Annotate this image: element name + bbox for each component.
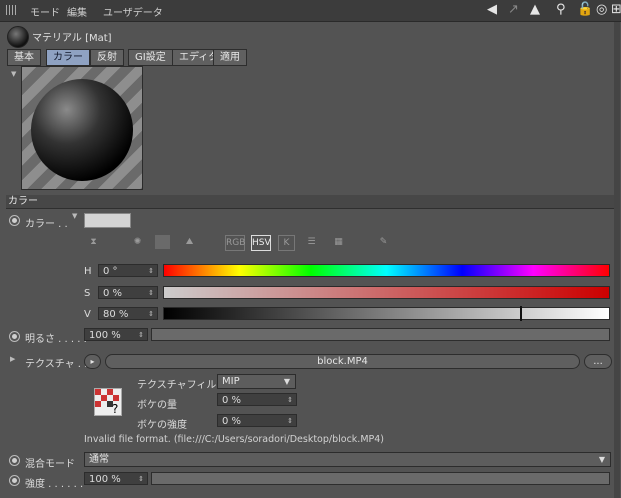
- color-wheel-small-icon[interactable]: ⧗: [86, 235, 101, 249]
- mix-mode-dropdown[interactable]: 通常 ▼: [84, 452, 611, 467]
- brightness-field[interactable]: 100 % ⇕: [84, 328, 148, 341]
- swatches-icon[interactable]: ▦: [331, 235, 346, 249]
- menu-mode[interactable]: モード: [30, 4, 60, 19]
- spectrum-icon[interactable]: ✺: [130, 235, 145, 249]
- h-field[interactable]: 0 ° ⇕: [98, 264, 158, 277]
- scrollbar[interactable]: [614, 22, 620, 498]
- texture-file-button[interactable]: block.MP4: [105, 354, 580, 369]
- top-menu-bar: [0, 0, 621, 22]
- brightness-label: 明るさ . . . . .: [25, 334, 87, 345]
- blur-offset-value: 0 %: [222, 395, 242, 406]
- s-value: 0 %: [103, 288, 123, 299]
- strength-slider[interactable]: [151, 472, 610, 485]
- hsv-button[interactable]: HSV: [251, 235, 271, 251]
- svg-text:?: ?: [112, 402, 118, 415]
- strength-field[interactable]: 100 % ⇕: [84, 472, 148, 485]
- strength-value: 100 %: [89, 474, 121, 485]
- mix-anim-radio[interactable]: [9, 455, 20, 466]
- blur-offset-field[interactable]: 0 % ⇕: [217, 393, 297, 406]
- h-label: H: [84, 266, 92, 277]
- v-value: 80 %: [103, 309, 129, 320]
- color-label: カラー . .: [25, 219, 68, 230]
- blur-scale-value: 0 %: [222, 416, 242, 427]
- brightness-slider[interactable]: [151, 328, 610, 341]
- eyedropper-icon[interactable]: ✎: [376, 235, 391, 249]
- texture-filter-value: MIP: [222, 376, 240, 387]
- menu-userdata[interactable]: ユーザデータ: [103, 4, 163, 19]
- s-label: S: [84, 288, 91, 299]
- tab-color[interactable]: カラー: [46, 49, 90, 66]
- material-icon: [7, 26, 29, 48]
- preview-sphere: [31, 79, 133, 181]
- texture-more-button[interactable]: ...: [584, 354, 612, 369]
- blur-scale-label: ボケの強度: [137, 420, 187, 431]
- v-field[interactable]: 80 % ⇕: [98, 307, 158, 320]
- blur-scale-field[interactable]: 0 % ⇕: [217, 414, 297, 427]
- s-spinner-icon[interactable]: ⇕: [148, 287, 154, 300]
- texture-filter-dropdown[interactable]: MIP ▼: [217, 374, 296, 389]
- forward-arrow-icon[interactable]: ↗: [508, 2, 519, 17]
- tab-basic[interactable]: 基本: [7, 49, 41, 66]
- kelvin-button[interactable]: K: [278, 235, 295, 251]
- brightness-anim-radio[interactable]: [9, 331, 20, 342]
- h-value: 0 °: [103, 266, 118, 277]
- chevron-down-icon: ▼: [598, 455, 605, 464]
- value-slider-handle[interactable]: [520, 306, 522, 321]
- chevron-down-icon: ▼: [283, 377, 290, 386]
- lock-icon[interactable]: 🔓: [577, 2, 593, 17]
- pointer-up-icon[interactable]: ▲: [530, 2, 540, 17]
- hue-slider[interactable]: [163, 264, 610, 277]
- v-label: V: [84, 309, 91, 320]
- strength-anim-radio[interactable]: [9, 475, 20, 486]
- blur-scale-spinner-icon[interactable]: ⇕: [287, 415, 293, 428]
- tab-apply[interactable]: 適用: [213, 49, 247, 66]
- blur-offset-label: ボケの量: [137, 400, 177, 411]
- more-icon[interactable]: ⊞: [611, 2, 621, 17]
- tab-reflection[interactable]: 反射: [90, 49, 124, 66]
- texture-play-icon[interactable]: ▸: [84, 354, 101, 369]
- preview-collapse-icon[interactable]: ▼: [11, 70, 16, 78]
- strength-label: 強度 . . . . . .: [25, 479, 84, 490]
- checker-icon: ?: [95, 389, 121, 416]
- texture-missing-icon: ?: [94, 388, 122, 416]
- menu-edit[interactable]: 編集: [67, 4, 87, 19]
- brightness-value: 100 %: [89, 330, 121, 341]
- h-spinner-icon[interactable]: ⇕: [148, 265, 154, 278]
- section-header-color: カラー: [6, 195, 616, 209]
- color-anim-radio[interactable]: [9, 215, 20, 226]
- texture-error-message: Invalid file format. (file:///C:/Users/s…: [84, 434, 384, 445]
- search-icon[interactable]: ⚲: [556, 2, 566, 17]
- mix-label: 混合モード: [25, 459, 75, 470]
- texture-label: テクスチャ . .: [25, 359, 88, 370]
- color-swatch[interactable]: [84, 213, 131, 228]
- v-spinner-icon[interactable]: ⇕: [148, 308, 154, 321]
- value-slider[interactable]: [163, 306, 610, 321]
- material-title: マテリアル [Mat]: [32, 33, 112, 44]
- texture-filter-label: テクスチャフィルタ: [137, 380, 227, 391]
- tab-gi[interactable]: GI設定: [128, 49, 173, 66]
- grip-icon[interactable]: [6, 5, 18, 15]
- mix-mode-value: 通常: [89, 454, 109, 465]
- material-preview[interactable]: [21, 66, 143, 190]
- brightness-spinner-icon[interactable]: ⇕: [138, 329, 144, 342]
- color-expand-icon[interactable]: ▼: [72, 212, 77, 220]
- target-icon[interactable]: ◎: [596, 2, 607, 17]
- blur-offset-spinner-icon[interactable]: ⇕: [287, 394, 293, 407]
- saturation-slider[interactable]: [163, 286, 610, 299]
- s-field[interactable]: 0 % ⇕: [98, 286, 158, 299]
- color-picker-square-icon[interactable]: [155, 235, 170, 249]
- mixer-icon[interactable]: ☰: [304, 235, 319, 249]
- rgb-button[interactable]: RGB: [225, 235, 245, 251]
- texture-expand-icon[interactable]: ▶: [10, 355, 15, 363]
- back-arrow-icon[interactable]: ◀: [487, 2, 497, 17]
- strength-spinner-icon[interactable]: ⇕: [138, 473, 144, 486]
- image-icon[interactable]: ⛰: [182, 235, 197, 249]
